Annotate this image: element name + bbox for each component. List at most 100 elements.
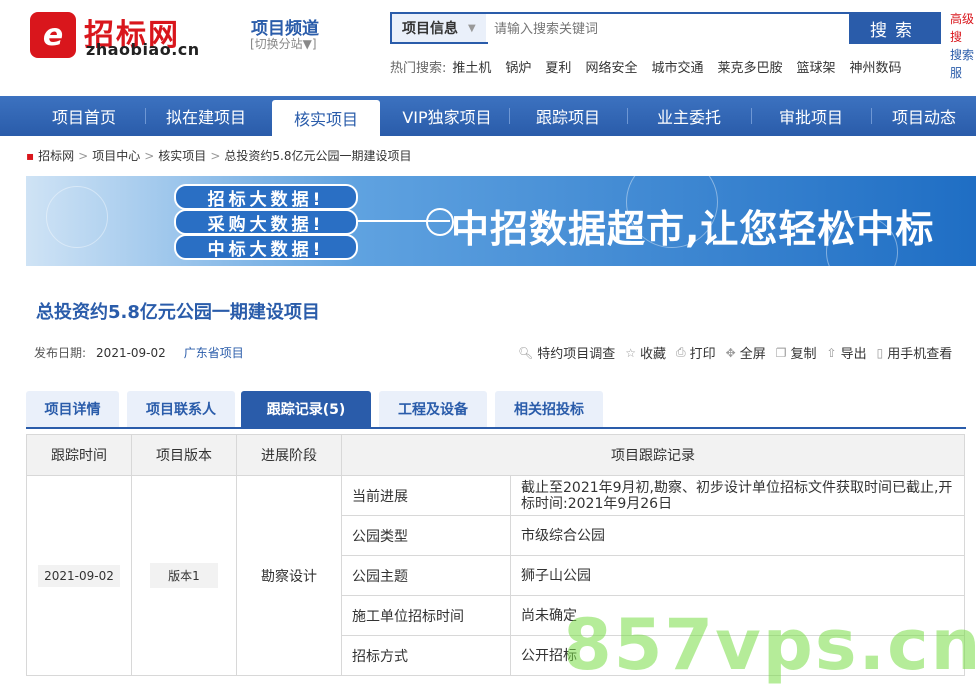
bullet-icon: ▪ [26, 149, 35, 163]
fullscreen-button[interactable]: ✥ 全屏 [725, 343, 766, 363]
survey-label: 特约项目调查 [537, 347, 616, 362]
nav-item-approval[interactable]: 审批项目 [752, 96, 870, 136]
tab-tracking[interactable]: 跟踪记录(5) [241, 391, 371, 427]
search-box: 项目信息 ▼ [390, 12, 854, 44]
advanced-search-link[interactable]: 高级搜 [950, 10, 976, 46]
main-nav: 项目首页 拟在建项目 核实项目 VIP独家项目 跟踪项目 业主委托 审批项目 项… [0, 96, 976, 136]
search-icon: 🔍︎ [518, 345, 534, 360]
hot-item[interactable]: 城市交通 [651, 61, 703, 76]
move-icon: ✥ [725, 345, 736, 360]
track-date-cell: 2021-09-02 [26, 475, 132, 676]
logo-domain: zhaobiao.cn [86, 40, 200, 59]
nav-item-verified[interactable]: 核实项目 [272, 100, 380, 136]
hot-item[interactable]: 锅炉 [505, 61, 531, 76]
hot-item[interactable]: 推土机 [452, 61, 491, 76]
record-key: 公园主题 [341, 555, 511, 596]
hot-item[interactable]: 篮球架 [796, 61, 835, 76]
header-record: 项目跟踪记录 [341, 434, 965, 476]
banner-pill: 招标大数据! [174, 184, 358, 210]
search-button[interactable]: 搜索 [849, 12, 941, 44]
record-value: 狮子山公园 [510, 555, 965, 596]
search-type-label: 项目信息 [402, 21, 458, 37]
record-key: 当前进展 [341, 475, 511, 516]
mobile-view-button[interactable]: ▯ 用手机查看 [876, 343, 953, 363]
breadcrumb: ▪ 招标网 > 项目中心 > 核实项目 > 总投资约5.8亿元公园一期建设项目 [26, 147, 411, 164]
breadcrumb-item[interactable]: 核实项目 [158, 149, 206, 163]
print-label: 打印 [689, 347, 716, 362]
hot-item[interactable]: 神州数码 [850, 61, 902, 76]
breadcrumb-item[interactable]: 招标网 [38, 149, 74, 163]
breadcrumb-current: 总投资约5.8亿元公园一期建设项目 [224, 149, 412, 163]
breadcrumb-separator: > [210, 149, 221, 163]
tab-underline [26, 427, 966, 429]
banner-connector-circle [426, 208, 454, 236]
toolbar: 🔍︎ 特约项目调查 ☆ 收藏 ⎙ 打印 ✥ 全屏 ❐ 复制 ⇧ 导出 ▯ 用手机查看 [518, 343, 962, 362]
track-date: 2021-09-02 [38, 564, 120, 587]
logo-mark[interactable]: e [30, 12, 76, 58]
breadcrumb-separator: > [144, 149, 155, 163]
header-track-time: 跟踪时间 [26, 434, 132, 476]
nav-item-planned[interactable]: 拟在建项目 [146, 96, 266, 136]
print-button[interactable]: ⎙ 打印 [676, 343, 716, 362]
tab-details[interactable]: 项目详情 [26, 391, 119, 427]
header-version: 项目版本 [131, 434, 237, 476]
right-links: 高级搜 搜索服 [950, 10, 976, 82]
export-button[interactable]: ⇧ 导出 [826, 343, 867, 363]
phone-icon: ▯ [876, 345, 884, 360]
nav-item-news[interactable]: 项目动态 [872, 96, 976, 136]
watermark: 857vps.cn [563, 604, 976, 686]
favorite-button[interactable]: ☆ 收藏 [625, 343, 667, 363]
decor-circle [46, 186, 108, 248]
banner-pill: 中标大数据! [174, 234, 358, 260]
copy-label: 复制 [790, 347, 817, 362]
printer-icon: ⎙ [676, 345, 686, 359]
tab-contacts[interactable]: 项目联系人 [127, 391, 235, 427]
star-icon: ☆ [625, 345, 637, 360]
search-service-link[interactable]: 搜索服 [950, 46, 976, 82]
table-row: 2021-09-02 版本1 勘察设计 当前进展 截止至2021年9月初,勘察、… [26, 475, 965, 676]
tab-equipment[interactable]: 工程及设备 [379, 391, 487, 427]
publish-date: 2021-09-02 [96, 346, 166, 360]
export-icon: ⇧ [826, 345, 837, 360]
publish-date-label: 发布日期: [34, 346, 87, 360]
banner-slogan: 中招数据超市,让您轻松中标 [451, 207, 935, 251]
version-cell: 版本1 [131, 475, 237, 676]
header-stage: 进展阶段 [236, 434, 342, 476]
breadcrumb-separator: > [78, 149, 89, 163]
hot-item[interactable]: 莱克多巴胺 [717, 61, 782, 76]
record-value: 市级综合公园 [510, 515, 965, 556]
area-link[interactable]: 广东省项目 [184, 346, 244, 360]
record-value: 截止至2021年9月初,勘察、初步设计单位招标文件获取时间已截止,开标时间:20… [510, 475, 965, 516]
survey-button[interactable]: 🔍︎ 特约项目调查 [518, 343, 616, 363]
hot-search: 热门搜索: 推土机 锅炉 夏利 网络安全 城市交通 莱克多巴胺 篮球架 神州数码 [390, 57, 916, 76]
favorite-label: 收藏 [640, 347, 667, 362]
hot-search-label: 热门搜索: [390, 61, 447, 76]
channel-switch-link[interactable]: [切换分站▼] [250, 35, 317, 52]
nav-item-home[interactable]: 项目首页 [24, 96, 144, 136]
page-title: 总投资约5.8亿元公园一期建设项目 [36, 302, 320, 323]
copy-button[interactable]: ❐ 复制 [775, 343, 817, 363]
record-key: 公园类型 [341, 515, 511, 556]
stage-cell: 勘察设计 [236, 475, 342, 676]
tab-related-bids[interactable]: 相关招投标 [495, 391, 603, 427]
breadcrumb-item[interactable]: 项目中心 [92, 149, 140, 163]
table-header-row: 跟踪时间 项目版本 进展阶段 项目跟踪记录 [26, 434, 965, 476]
chevron-down-icon: ▼ [468, 22, 476, 34]
search-type-select[interactable]: 项目信息 ▼ [392, 14, 486, 42]
nav-item-owner[interactable]: 业主委托 [628, 96, 750, 136]
record-key: 施工单位招标时间 [341, 595, 511, 636]
search-input[interactable] [488, 14, 854, 44]
nav-item-vip[interactable]: VIP独家项目 [386, 96, 508, 136]
record-key: 招标方式 [341, 635, 511, 676]
banner-pill: 采购大数据! [174, 209, 358, 235]
nav-item-tracking[interactable]: 跟踪项目 [510, 96, 626, 136]
copy-icon: ❐ [775, 345, 787, 360]
hot-item[interactable]: 夏利 [545, 61, 571, 76]
version-badge: 版本1 [150, 563, 218, 588]
publish-info: 发布日期: 2021-09-02 广东省项目 [34, 344, 244, 361]
export-label: 导出 [840, 347, 867, 362]
ad-banner[interactable]: 招标大数据! 采购大数据! 中标大数据! 中招数据超市,让您轻松中标 [26, 176, 976, 266]
hot-item[interactable]: 网络安全 [585, 61, 637, 76]
fullscreen-label: 全屏 [739, 347, 766, 362]
mobile-view-label: 用手机查看 [887, 347, 953, 362]
